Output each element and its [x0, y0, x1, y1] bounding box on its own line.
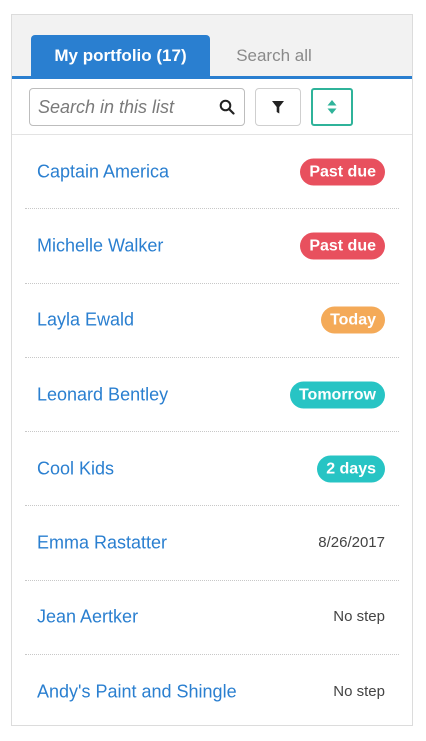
- search-icon[interactable]: [219, 99, 235, 115]
- item-name-link[interactable]: Captain America: [37, 161, 169, 182]
- list-item[interactable]: Andy's Paint and Shingle No step: [25, 655, 399, 729]
- item-name-link[interactable]: Emma Rastatter: [37, 533, 167, 554]
- list-toolbar: [12, 79, 412, 135]
- status-badge-label: Past due: [300, 232, 385, 260]
- status-text-label: 8/26/2017: [318, 534, 385, 552]
- status-badge: 2 days: [317, 455, 385, 483]
- status-badge-label: 2 days: [317, 455, 385, 483]
- status-badge: Past due: [300, 232, 385, 260]
- item-name-link[interactable]: Andy's Paint and Shingle: [37, 682, 237, 703]
- tab-my-portfolio[interactable]: My portfolio (17): [31, 35, 210, 76]
- filter-button[interactable]: [255, 88, 301, 126]
- sort-icon: [327, 100, 337, 114]
- item-name-link[interactable]: Jean Aertker: [37, 607, 138, 628]
- list-item[interactable]: Layla Ewald Today: [25, 284, 399, 358]
- portfolio-panel: My portfolio (17) Search all Captain Ame…: [11, 14, 413, 726]
- status-badge-label: Today: [321, 306, 385, 334]
- status-text: 8/26/2017: [318, 534, 385, 552]
- search-input[interactable]: [38, 89, 210, 125]
- list-item[interactable]: Leonard Bentley Tomorrow: [25, 358, 399, 433]
- list-item[interactable]: Michelle Walker Past due: [25, 209, 399, 284]
- item-name-link[interactable]: Layla Ewald: [37, 310, 134, 331]
- search-box: [29, 88, 245, 126]
- status-text-label: No step: [333, 608, 385, 626]
- status-text-label: No step: [333, 683, 385, 701]
- status-badge: Past due: [300, 158, 385, 186]
- status-text: No step: [333, 683, 385, 701]
- status-text: No step: [333, 608, 385, 626]
- sort-button[interactable]: [311, 88, 353, 126]
- tab-search-all[interactable]: Search all: [222, 35, 326, 76]
- status-badge-label: Past due: [300, 158, 385, 186]
- tab-bar: My portfolio (17) Search all: [12, 15, 412, 79]
- list-item[interactable]: Emma Rastatter 8/26/2017: [25, 506, 399, 581]
- portfolio-list: Captain America Past due Michelle Walker Pa…: [12, 135, 412, 729]
- status-badge: Today: [321, 306, 385, 334]
- list-item[interactable]: Cool Kids 2 days: [25, 432, 399, 507]
- item-name-link[interactable]: Michelle Walker: [37, 235, 163, 256]
- item-name-link[interactable]: Cool Kids: [37, 458, 114, 479]
- list-item[interactable]: Jean Aertker No step: [25, 581, 399, 656]
- list-item[interactable]: Captain America Past due: [25, 135, 399, 210]
- status-badge-label: Tomorrow: [289, 381, 385, 409]
- status-badge: Tomorrow: [289, 381, 385, 409]
- item-name-link[interactable]: Leonard Bentley: [37, 384, 168, 405]
- filter-icon: [272, 100, 284, 113]
